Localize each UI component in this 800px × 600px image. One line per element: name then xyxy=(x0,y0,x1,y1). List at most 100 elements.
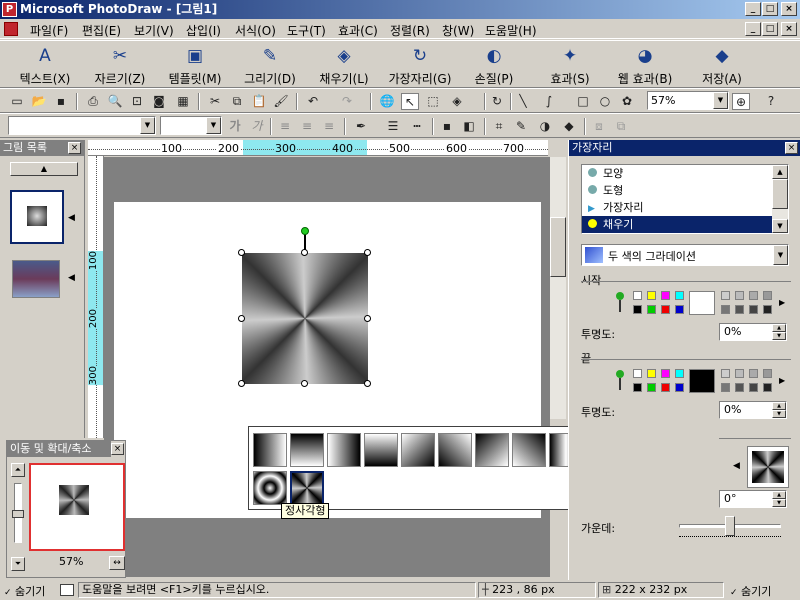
color-swatch[interactable] xyxy=(633,369,642,378)
crop-tool-icon[interactable]: ⌗ xyxy=(490,118,508,135)
align-left-icon[interactable]: ≡ xyxy=(276,118,294,135)
fit-to-window-button[interactable]: ↔ xyxy=(109,556,125,570)
cut-icon[interactable]: ✂ xyxy=(206,93,224,110)
resize-handle-se[interactable] xyxy=(364,380,371,387)
zoom-slider[interactable] xyxy=(12,483,24,543)
gradient-vertical-reverse[interactable] xyxy=(364,433,398,467)
document-icon[interactable] xyxy=(4,22,18,36)
line-icon[interactable]: ╲ xyxy=(514,93,532,110)
zoom-in-button[interactable]: ⏶ xyxy=(11,463,25,477)
menu-window[interactable]: 창(W) xyxy=(442,22,474,39)
chevron-down-icon[interactable]: ▼ xyxy=(713,92,728,109)
print-preview-icon[interactable]: 🔍 xyxy=(106,93,124,110)
scroll-up-button[interactable]: ▲ xyxy=(10,162,78,176)
color-swatch[interactable] xyxy=(735,305,744,314)
gradient-horizontal[interactable] xyxy=(253,433,287,467)
chevron-left-icon[interactable]: ◀ xyxy=(68,213,75,223)
chevron-right-icon[interactable]: ▶ xyxy=(779,298,785,307)
crop-button[interactable]: ✂ 자르기(Z) xyxy=(88,43,152,87)
list-item-shape[interactable]: 모양 xyxy=(582,165,772,182)
color-swatch[interactable] xyxy=(735,369,744,378)
web-icon[interactable]: 🌐 xyxy=(378,93,396,110)
eyedropper-icon[interactable] xyxy=(615,370,625,392)
pan-preview[interactable] xyxy=(29,463,125,551)
spin-down-button[interactable]: ▼ xyxy=(772,499,786,507)
color-swatch[interactable] xyxy=(721,369,730,378)
color-swatch[interactable] xyxy=(749,291,758,300)
menu-view[interactable]: 보기(V) xyxy=(134,22,174,39)
color-swatch[interactable] xyxy=(735,383,744,392)
close-button[interactable]: × xyxy=(781,2,797,16)
angle-input[interactable]: 0° ▲ ▼ xyxy=(719,490,787,508)
list-item-figure[interactable]: 도형 xyxy=(582,182,772,199)
edit-points-icon[interactable]: ✎ xyxy=(512,118,530,135)
zoom-combo[interactable]: 57% ▼ xyxy=(647,91,729,110)
list-item-outline[interactable]: ▶ 가장자리 xyxy=(582,199,772,216)
color-swatch[interactable] xyxy=(647,291,656,300)
resize-handle-w[interactable] xyxy=(238,315,245,322)
rotate-icon[interactable]: ↻ xyxy=(488,93,506,110)
color-swatch[interactable] xyxy=(735,291,744,300)
doc-close-button[interactable]: × xyxy=(781,22,797,36)
center-slider[interactable] xyxy=(679,516,781,537)
color-swatch[interactable] xyxy=(661,305,670,314)
paste-icon[interactable]: 📋 xyxy=(250,93,268,110)
color-swatch[interactable] xyxy=(763,369,772,378)
scan-icon[interactable]: ⊡ xyxy=(128,93,146,110)
gradient-diagonal-4[interactable] xyxy=(512,433,546,467)
menu-format[interactable]: 서식(O) xyxy=(235,22,276,39)
canvas-vscrollbar[interactable] xyxy=(550,157,566,419)
resize-handle-ne[interactable] xyxy=(364,249,371,256)
selected-gradient-preview[interactable] xyxy=(747,446,789,488)
menu-arrange[interactable]: 정렬(R) xyxy=(390,22,430,39)
bold-button[interactable]: 가 xyxy=(226,118,244,135)
app-icon[interactable]: P xyxy=(2,2,17,17)
scroll-up-button[interactable]: ▲ xyxy=(772,165,788,179)
resize-handle-sw[interactable] xyxy=(238,380,245,387)
undo-icon[interactable]: ↶ xyxy=(304,93,322,110)
color-swatch[interactable] xyxy=(661,383,670,392)
fill-button[interactable]: ◈ 채우기(L) xyxy=(312,43,376,87)
resize-handle-nw[interactable] xyxy=(238,249,245,256)
camera-icon[interactable]: ◙ xyxy=(150,93,168,110)
menu-file[interactable]: 파일(F) xyxy=(30,22,68,39)
color-swatch[interactable] xyxy=(647,383,656,392)
scroll-thumb[interactable] xyxy=(550,217,566,277)
resize-handle-n[interactable] xyxy=(301,249,308,256)
chevron-down-icon[interactable]: ▼ xyxy=(206,117,221,134)
zoom-out-button[interactable]: ⏷ xyxy=(11,557,25,571)
shadow-icon[interactable]: ▪ xyxy=(438,118,456,135)
chevron-down-icon[interactable]: ▼ xyxy=(140,117,155,134)
new-icon[interactable]: ▭ xyxy=(8,93,26,110)
gradient-diagonal-1[interactable] xyxy=(401,433,435,467)
rotate-handle[interactable] xyxy=(301,227,309,235)
color-swatch[interactable] xyxy=(763,305,772,314)
web-effects-button[interactable]: ◕ 웹 효과(B) xyxy=(612,43,678,87)
maximize-button[interactable]: □ xyxy=(762,2,778,16)
end-transparency-input[interactable]: 0% ▲ ▼ xyxy=(719,401,787,419)
list-item-fill[interactable]: 채우기 xyxy=(582,216,772,233)
align-right-icon[interactable]: ≡ xyxy=(320,118,338,135)
doc-minimize-button[interactable]: _ xyxy=(745,22,761,36)
template-button[interactable]: ▣ 템플릿(M) xyxy=(162,43,228,87)
gradient-vertical[interactable] xyxy=(290,433,324,467)
picture-icon[interactable]: ▦ xyxy=(174,93,192,110)
font-size-combo[interactable]: ▼ xyxy=(160,116,222,135)
gradient-square[interactable] xyxy=(242,253,368,384)
help-icon[interactable]: ? xyxy=(762,93,780,110)
menu-tools[interactable]: 도구(T) xyxy=(287,22,326,39)
copy-icon[interactable]: ⧉ xyxy=(228,93,246,110)
close-icon[interactable]: × xyxy=(68,142,81,154)
brightness-icon[interactable]: ◑ xyxy=(536,118,554,135)
outline-button[interactable]: ↻ 가장자리(G) xyxy=(384,43,456,87)
menu-insert[interactable]: 삽입(I) xyxy=(186,22,221,39)
color-swatch[interactable] xyxy=(633,291,642,300)
color-swatch[interactable] xyxy=(647,305,656,314)
color-swatch[interactable] xyxy=(721,305,730,314)
close-icon[interactable]: × xyxy=(111,443,124,455)
3d-icon[interactable]: ◧ xyxy=(460,118,478,135)
picture-thumb-1[interactable] xyxy=(10,190,64,244)
gradient-diagonal-2[interactable] xyxy=(438,433,472,467)
end-color-preview[interactable] xyxy=(689,369,715,393)
scroll-thumb[interactable] xyxy=(772,179,788,209)
